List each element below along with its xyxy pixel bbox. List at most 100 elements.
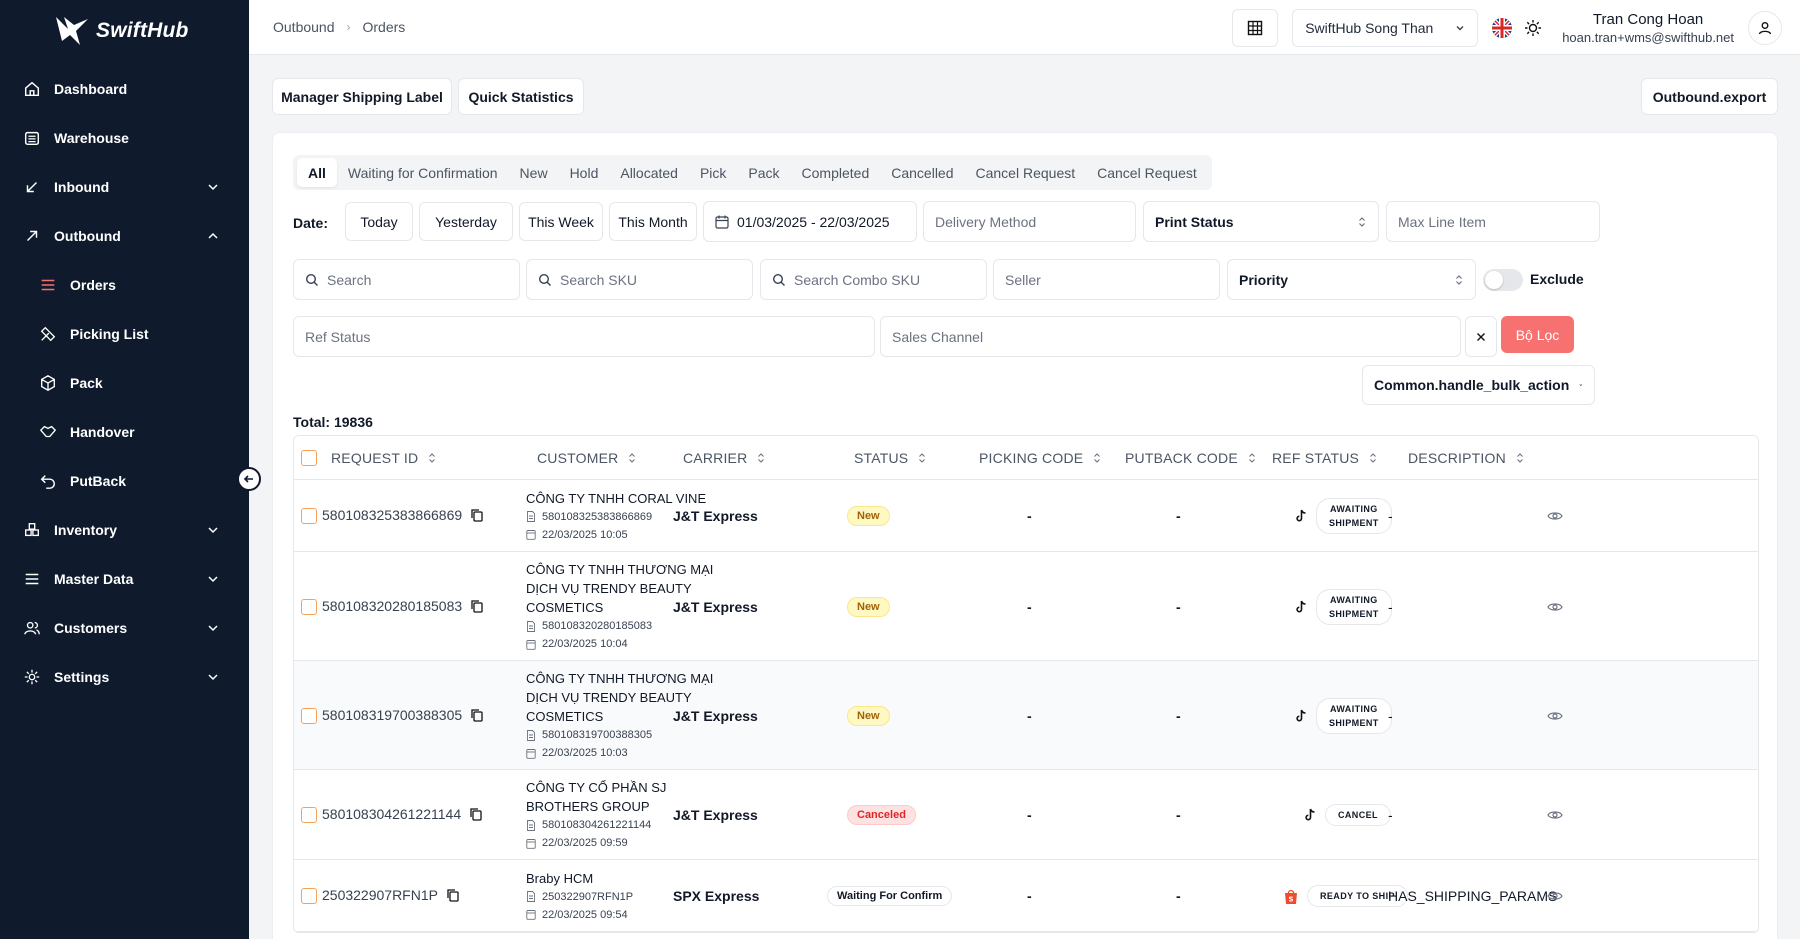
request-id[interactable]: 580108304261221144	[322, 806, 483, 822]
ref-status-badge: AWAITING SHIPMENT	[1316, 588, 1392, 625]
tab-6[interactable]: Pack	[737, 158, 790, 187]
yesterday-button[interactable]: Yesterday	[419, 202, 513, 241]
theme-sun-icon[interactable]	[1524, 19, 1542, 37]
copy-icon[interactable]	[470, 599, 484, 613]
tab-4[interactable]: Allocated	[609, 158, 689, 187]
column-header[interactable]: PICKING CODE	[979, 436, 1101, 480]
sidebar-item-label: Outbound	[54, 227, 121, 244]
copy-icon[interactable]	[469, 807, 483, 821]
seller-select[interactable]: Seller	[993, 259, 1220, 300]
sidebar-item-customers[interactable]: Customers	[0, 603, 249, 652]
tab-8[interactable]: Cancelled	[880, 158, 964, 187]
apply-filter-button[interactable]: Bộ Lọc	[1501, 316, 1574, 353]
print-status-select[interactable]: Print Status	[1143, 201, 1379, 242]
breadcrumb-outbound[interactable]: Outbound	[273, 19, 335, 35]
request-id[interactable]: 580108319700388305	[322, 707, 484, 723]
request-id-text[interactable]: 250322907RFN1P	[322, 887, 438, 903]
logo[interactable]: SwiftHub	[0, 0, 249, 52]
quick-statistics-button[interactable]: Quick Statistics	[458, 78, 584, 115]
request-id-text[interactable]: 580108325383866869	[322, 507, 462, 523]
priority-select[interactable]: Priority	[1227, 259, 1476, 300]
row-checkbox[interactable]	[301, 508, 317, 524]
row-checkbox[interactable]	[301, 807, 317, 823]
search-input[interactable]: Search	[293, 259, 520, 300]
clear-filters-button[interactable]	[1465, 316, 1497, 357]
copy-icon[interactable]	[470, 708, 484, 722]
tab-10[interactable]: Cancel Request	[1086, 158, 1208, 187]
ref-status-select[interactable]: Ref Status	[293, 316, 875, 357]
tab-0[interactable]: All	[297, 158, 337, 187]
sidebar-item-outbound[interactable]: Outbound	[0, 211, 249, 260]
copy-icon[interactable]	[446, 888, 460, 902]
copy-icon[interactable]	[470, 508, 484, 522]
column-header[interactable]: REQUEST ID	[331, 436, 436, 480]
exclude-toggle[interactable]	[1483, 269, 1523, 291]
swifthub-logo-icon	[56, 17, 88, 45]
row-checkbox[interactable]	[301, 888, 317, 904]
table-row[interactable]: 580108304261221144 CÔNG TY CỔ PHẦN SJ BROT…	[294, 770, 1758, 860]
table-row[interactable]: 580108319700388305 CÔNG TY TNHH THƯƠNG MẠ…	[294, 661, 1758, 770]
sidebar-item-inventory[interactable]: Inventory	[0, 505, 249, 554]
column-header[interactable]: REF STATUS	[1272, 436, 1377, 480]
request-id[interactable]: 580108325383866869	[322, 507, 484, 523]
tab-5[interactable]: Pick	[689, 158, 737, 187]
column-header[interactable]: DESCRIPTION	[1408, 436, 1524, 480]
view-eye-icon[interactable]	[1547, 708, 1563, 724]
view-eye-icon[interactable]	[1547, 508, 1563, 524]
export-button[interactable]: Outbound.export	[1641, 78, 1778, 115]
request-id-text[interactable]: 580108304261221144	[322, 806, 461, 822]
tab-2[interactable]: New	[509, 158, 559, 187]
request-id[interactable]: 580108320280185083	[322, 598, 484, 614]
delivery-method-select[interactable]: Delivery Method	[923, 201, 1136, 242]
sidebar-nav: Dashboard Warehouse Inbound Outbound Orders P…	[0, 64, 249, 701]
request-id[interactable]: 250322907RFN1P	[322, 887, 460, 903]
status-badge: Waiting For Confirm	[827, 886, 953, 906]
grid-view-button[interactable]	[1232, 8, 1279, 47]
collapse-sidebar-button[interactable]	[237, 467, 261, 491]
this-week-button[interactable]: This Week	[519, 202, 603, 241]
sidebar-subitem-handover[interactable]: Handover	[0, 407, 249, 456]
max-line-item-input[interactable]: Max Line Item	[1386, 201, 1600, 242]
search-sku-input[interactable]: Search SKU	[526, 259, 753, 300]
table-row[interactable]: 250322907RFN1P Braby HCM 250322907RFN1P 22/…	[294, 860, 1758, 932]
date-range-picker[interactable]: 01/03/2025 - 22/03/2025	[703, 201, 917, 242]
avatar[interactable]	[1748, 10, 1782, 45]
sidebar-item-warehouse[interactable]: Warehouse	[0, 113, 249, 162]
sidebar-item-inbound[interactable]: Inbound	[0, 162, 249, 211]
tab-9[interactable]: Cancel Request	[965, 158, 1087, 187]
sidebar-subitem-pack[interactable]: Pack	[0, 358, 249, 407]
search-combo-sku-input[interactable]: Search Combo SKU	[760, 259, 987, 300]
this-month-button[interactable]: This Month	[609, 202, 697, 241]
request-id-text[interactable]: 580108319700388305	[322, 707, 462, 723]
sidebar-item-settings[interactable]: Settings	[0, 652, 249, 701]
view-eye-icon[interactable]	[1547, 807, 1563, 823]
tab-3[interactable]: Hold	[559, 158, 610, 187]
tab-1[interactable]: Waiting for Confirmation	[337, 158, 509, 187]
row-checkbox[interactable]	[301, 598, 317, 615]
column-header[interactable]: PUTBACK CODE	[1125, 436, 1256, 480]
table-row[interactable]: 580108325383866869 CÔNG TY TNHH CORAL VIN…	[294, 480, 1758, 552]
uk-flag-icon[interactable]	[1492, 17, 1513, 38]
column-header[interactable]: CARRIER	[683, 436, 765, 480]
today-button[interactable]: Today	[345, 202, 413, 241]
sidebar-subitem-putback[interactable]: PutBack	[0, 456, 249, 505]
sales-channel-select[interactable]: Sales Channel	[880, 316, 1461, 357]
view-eye-icon[interactable]	[1547, 599, 1563, 615]
row-checkbox[interactable]	[301, 707, 317, 724]
warehouse-select[interactable]: SwiftHub Song Than	[1292, 8, 1479, 47]
manager-shipping-label-button[interactable]: Manager Shipping Label	[272, 78, 452, 115]
sidebar-item-master-data[interactable]: Master Data	[0, 554, 249, 603]
sidebar-item-dashboard[interactable]: Dashboard	[0, 64, 249, 113]
putback-code: -	[1176, 807, 1181, 823]
bulk-action-dropdown[interactable]: Common.handle_bulk_action	[1362, 365, 1595, 405]
request-id-text[interactable]: 580108320280185083	[322, 598, 462, 614]
view-eye-icon[interactable]	[1547, 888, 1563, 904]
table-row[interactable]: 580108320280185083 CÔNG TY TNHH THƯƠNG MẠ…	[294, 552, 1758, 661]
column-header[interactable]: STATUS	[854, 436, 926, 480]
column-header[interactable]: CUSTOMER	[537, 436, 636, 480]
sidebar-subitem-orders[interactable]: Orders	[0, 260, 249, 309]
select-all-checkbox[interactable]	[301, 450, 317, 466]
sidebar-subitem-picking-list[interactable]: Picking List	[0, 309, 249, 358]
sidebar-subitem-label: Picking List	[70, 325, 149, 342]
tab-7[interactable]: Completed	[791, 158, 881, 187]
